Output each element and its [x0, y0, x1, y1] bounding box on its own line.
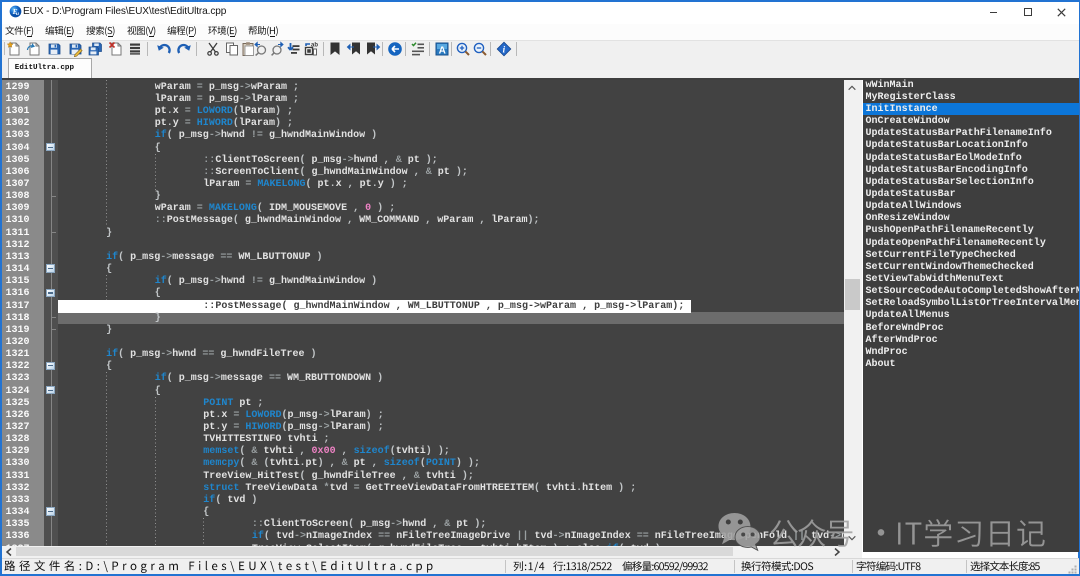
- svg-text:u: u: [16, 11, 19, 17]
- svg-text:A: A: [438, 45, 445, 56]
